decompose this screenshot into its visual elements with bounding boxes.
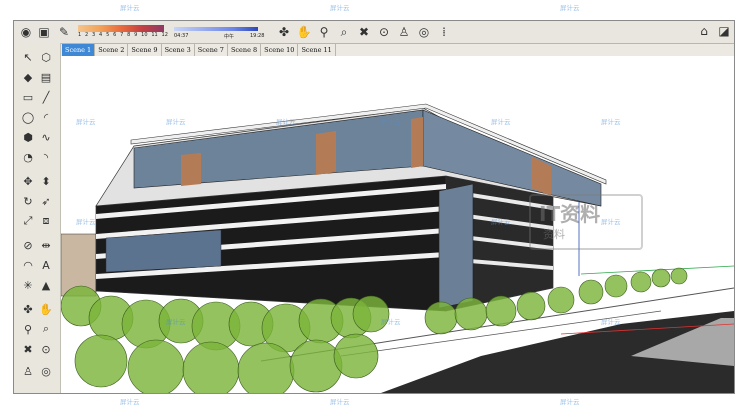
- paint-bucket-icon[interactable]: ◆: [20, 69, 36, 85]
- zoom-extents-icon-left[interactable]: ✖: [20, 341, 36, 357]
- month-9: 9: [134, 32, 138, 38]
- glass-core: [438, 183, 474, 309]
- line-icon[interactable]: ╱: [38, 89, 54, 105]
- zoom-window-icon[interactable]: ⌕: [336, 24, 352, 40]
- follow-me-icon[interactable]: ➶: [38, 193, 54, 209]
- time-start: 04:37: [174, 33, 189, 39]
- watermark: 屏计云: [76, 118, 96, 126]
- month-6: 6: [113, 32, 117, 38]
- box-icon[interactable]: ▣: [36, 24, 52, 40]
- top-toolbar: ◉ ▣ ✎ 1 2 3 4 5 6 7 8 9 10 11 12 04:37 中…: [14, 21, 734, 44]
- look-around-icon[interactable]: ♙: [396, 24, 412, 40]
- tab-scene-3[interactable]: Scene 3: [162, 44, 195, 56]
- 3d-text-icon[interactable]: ▲: [38, 277, 54, 293]
- scale-icon[interactable]: ⤢: [20, 213, 36, 229]
- watermark: 屏计云: [381, 318, 401, 326]
- offset-icon[interactable]: ⧈: [38, 213, 54, 229]
- watermark: 屏计云: [120, 4, 140, 12]
- tab-scene-2[interactable]: Scene 2: [95, 44, 129, 56]
- warehouse-icon[interactable]: ⌂: [696, 23, 712, 39]
- watermark: 屏计云: [166, 318, 186, 326]
- tab-scene-11[interactable]: Scene 11: [298, 44, 336, 56]
- zoom-extents-icon[interactable]: ✖: [356, 24, 372, 40]
- month-12: 12: [161, 32, 168, 38]
- circle-icon[interactable]: ◯: [20, 109, 36, 125]
- zoom-window-icon-left[interactable]: ⌕: [38, 321, 54, 337]
- tab-scene-8[interactable]: Scene 8: [228, 44, 262, 56]
- month-1: 1: [78, 32, 82, 38]
- walk-icon-left[interactable]: ♙: [20, 363, 36, 379]
- month-3: 3: [92, 32, 96, 38]
- left-toolbar: ↖ ⬡ ◆ ▤ ▭ ╱ ◯ ◜ ⬢ ∿ ◔ ◝ ✥ ⬍ ↻ ➶ ⤢ ⧈ ⊘ ⇹ …: [14, 43, 61, 393]
- tab-scene-10[interactable]: Scene 10: [261, 44, 299, 56]
- pan-icon-left[interactable]: ✋: [38, 301, 54, 317]
- eye-icon[interactable]: ◉: [18, 24, 34, 40]
- pie-icon[interactable]: ◔: [20, 149, 36, 165]
- time-end: 19:28: [250, 33, 265, 39]
- look-around-icon-left[interactable]: ◎: [38, 363, 54, 379]
- make-component-icon[interactable]: ▤: [38, 69, 54, 85]
- month-8: 8: [127, 32, 131, 38]
- axes-icon[interactable]: ✳: [20, 277, 36, 293]
- model-viewport[interactable]: 屏计云 屏计云 屏计云 屏计云 屏计云 屏计云 屏计云 屏计云 屏计云 屏计云 …: [61, 56, 734, 393]
- move-icon[interactable]: ✥: [20, 173, 36, 189]
- protractor-icon[interactable]: ◠: [20, 257, 36, 273]
- zoom-icon[interactable]: ⚲: [316, 24, 332, 40]
- pan-icon[interactable]: ✋: [296, 24, 312, 40]
- arc-icon[interactable]: ◜: [38, 109, 54, 125]
- footprint-icon[interactable]: ⁞: [436, 24, 452, 40]
- shadow-time-slider[interactable]: [174, 27, 258, 31]
- polygon-icon[interactable]: ⬢: [20, 129, 36, 145]
- tab-scene-7[interactable]: Scene 7: [195, 44, 228, 56]
- watermark: 屏计云: [560, 4, 580, 12]
- extension-icon[interactable]: ◪: [716, 23, 732, 39]
- tab-scene-1[interactable]: Scene 1: [62, 44, 96, 56]
- arc-2-icon[interactable]: ◝: [38, 149, 54, 165]
- rotate-icon[interactable]: ↻: [20, 193, 36, 209]
- previous-icon[interactable]: ⊙: [38, 341, 54, 357]
- eraser-icon[interactable]: ⬡: [38, 49, 54, 65]
- palette-number-row: 1 2 3 4 5 6 7 8 9 10 11 12: [78, 32, 168, 38]
- month-7: 7: [120, 32, 124, 38]
- watermark: 屏计云: [166, 118, 186, 126]
- watermark: 屏计云: [491, 118, 511, 126]
- shadow-month-palette[interactable]: [78, 25, 164, 32]
- time-mid: 中午: [224, 34, 235, 40]
- watermark: 屏计云: [276, 118, 296, 126]
- month-4: 4: [99, 32, 103, 38]
- freehand-icon[interactable]: ∿: [38, 129, 54, 145]
- watermark: 屏计云: [330, 4, 350, 12]
- logo-text: IT资料: [539, 202, 601, 226]
- push-pull-icon[interactable]: ⬍: [38, 173, 54, 189]
- month-10: 10: [141, 32, 148, 38]
- position-camera-icon[interactable]: ⊙: [376, 24, 392, 40]
- month-11: 11: [151, 32, 158, 38]
- dimension-icon[interactable]: ⇹: [38, 237, 54, 253]
- month-5: 5: [106, 32, 110, 38]
- zoom-icon-left[interactable]: ⚲: [20, 321, 36, 337]
- logo-subtext: 资料: [543, 228, 565, 241]
- orbit-icon[interactable]: ✤: [276, 24, 292, 40]
- watermark: 屏计云: [601, 318, 621, 326]
- watermark: 屏计云: [601, 118, 621, 126]
- tab-scene-9[interactable]: Scene 9: [128, 44, 162, 56]
- sketchup-window: ◉ ▣ ✎ 1 2 3 4 5 6 7 8 9 10 11 12 04:37 中…: [13, 20, 735, 394]
- select-icon[interactable]: ↖: [20, 49, 36, 65]
- scene-tabs: Scene 1 Scene 2 Scene 9 Scene 3 Scene 7 …: [62, 44, 336, 56]
- rectangle-icon[interactable]: ▭: [20, 89, 36, 105]
- watermark: 屏计云: [76, 218, 96, 226]
- tape-measure-icon[interactable]: ⊘: [20, 237, 36, 253]
- walk-icon[interactable]: ✎: [56, 24, 72, 40]
- logo-watermark: IT资料 资料: [529, 194, 643, 250]
- eye-look-icon[interactable]: ◎: [416, 24, 432, 40]
- watermark: 屏计云: [381, 118, 401, 126]
- month-2: 2: [85, 32, 89, 38]
- text-icon[interactable]: A: [38, 257, 54, 273]
- orbit-icon-left[interactable]: ✤: [20, 301, 36, 317]
- watermark: 屏计云: [491, 218, 511, 226]
